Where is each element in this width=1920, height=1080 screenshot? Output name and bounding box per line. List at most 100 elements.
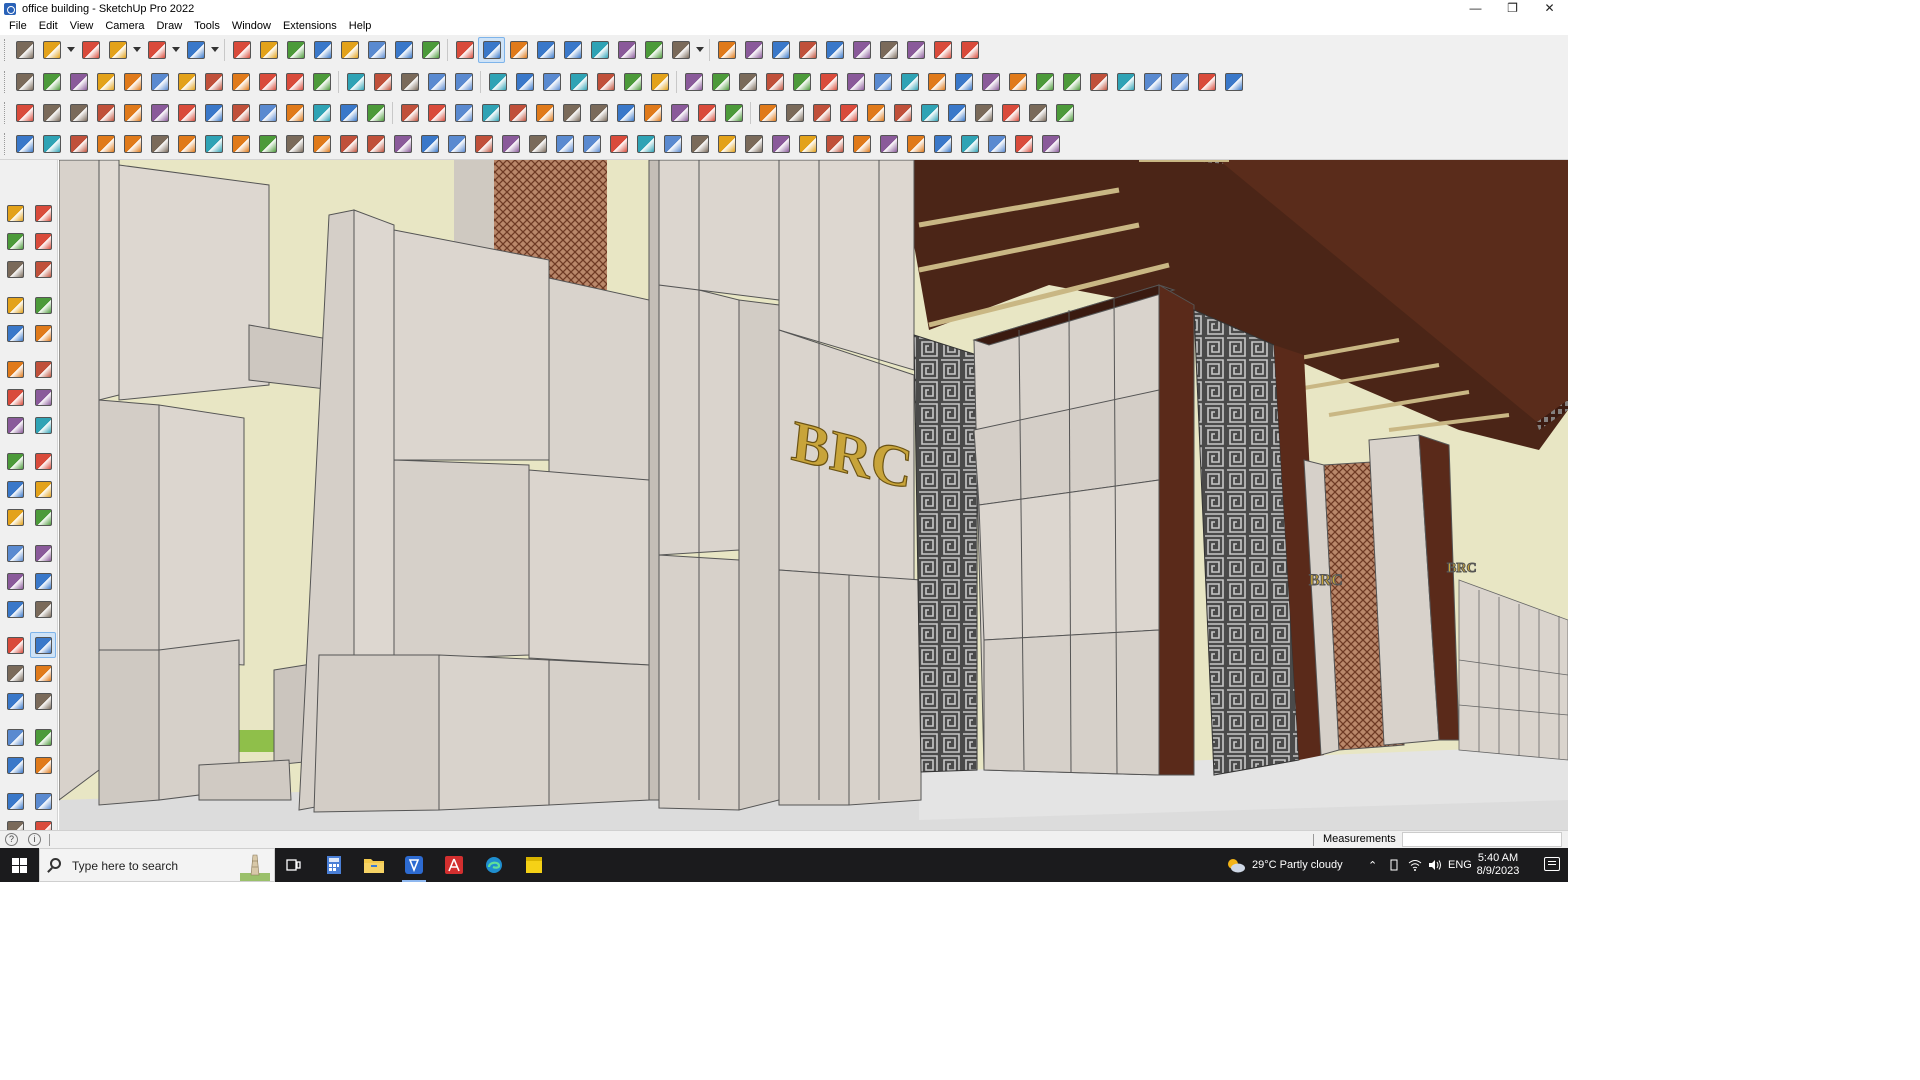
push-pull-icon[interactable] bbox=[228, 37, 255, 63]
style-icon[interactable] bbox=[38, 69, 65, 95]
zoom-icon[interactable] bbox=[2, 660, 28, 686]
shape-square-icon[interactable] bbox=[734, 69, 761, 95]
grid-orange-icon[interactable] bbox=[916, 100, 943, 126]
torus-icon[interactable] bbox=[200, 131, 227, 157]
previous-icon[interactable] bbox=[30, 688, 56, 714]
front-view-icon[interactable] bbox=[511, 69, 538, 95]
hand-icon[interactable] bbox=[1166, 69, 1193, 95]
select-icon[interactable] bbox=[2, 200, 28, 226]
volume-icon[interactable] bbox=[1428, 848, 1442, 882]
start-button[interactable] bbox=[0, 848, 39, 882]
slice-icon[interactable] bbox=[227, 131, 254, 157]
task-view-icon[interactable] bbox=[274, 848, 314, 882]
dropdown-icon[interactable] bbox=[694, 37, 706, 63]
dropdown-icon[interactable] bbox=[131, 37, 143, 63]
look-around-icon[interactable] bbox=[30, 724, 56, 750]
edge-icon[interactable] bbox=[11, 131, 38, 157]
follow-me-icon[interactable] bbox=[30, 476, 56, 502]
tree-icon[interactable] bbox=[504, 100, 531, 126]
pencil-red-icon[interactable] bbox=[707, 69, 734, 95]
brick-icon[interactable] bbox=[1058, 69, 1085, 95]
grid-yellow-icon[interactable] bbox=[943, 100, 970, 126]
face-b-icon[interactable] bbox=[369, 69, 396, 95]
pie-icon[interactable] bbox=[30, 384, 56, 410]
cube-stack-icon[interactable] bbox=[754, 100, 781, 126]
tape-measure-icon[interactable] bbox=[363, 37, 390, 63]
fan-icon[interactable] bbox=[632, 131, 659, 157]
frame-icon[interactable] bbox=[254, 100, 281, 126]
extension-warehouse-icon[interactable] bbox=[586, 37, 613, 63]
circle-icon[interactable] bbox=[2, 356, 28, 382]
layout-icon[interactable] bbox=[613, 37, 640, 63]
shape-curve-icon[interactable] bbox=[869, 69, 896, 95]
eraser-icon[interactable] bbox=[77, 37, 104, 63]
toolbar-grip[interactable] bbox=[4, 101, 8, 124]
weather-widget[interactable]: 29°C Partly cloudy bbox=[1226, 848, 1343, 882]
model-info-icon[interactable] bbox=[956, 37, 983, 63]
corner-a-icon[interactable] bbox=[281, 131, 308, 157]
cycle-icon[interactable] bbox=[977, 69, 1004, 95]
toolbar-grip[interactable] bbox=[4, 38, 8, 61]
menu-tools[interactable]: Tools bbox=[188, 18, 226, 35]
roof-icon[interactable] bbox=[592, 69, 619, 95]
hex-grid-icon[interactable] bbox=[389, 131, 416, 157]
hatch-d-icon[interactable] bbox=[983, 131, 1010, 157]
home-icon[interactable] bbox=[538, 69, 565, 95]
export-icon[interactable] bbox=[794, 37, 821, 63]
plus-red-icon[interactable] bbox=[396, 100, 423, 126]
import-icon[interactable] bbox=[821, 37, 848, 63]
iso-view-icon[interactable] bbox=[484, 69, 511, 95]
cup-icon[interactable] bbox=[666, 100, 693, 126]
dots-red-icon[interactable] bbox=[997, 100, 1024, 126]
move-icon[interactable] bbox=[282, 37, 309, 63]
fold-icon[interactable] bbox=[146, 131, 173, 157]
pipe-icon[interactable] bbox=[173, 131, 200, 157]
hatch-a-icon[interactable] bbox=[470, 131, 497, 157]
minimize-button[interactable]: — bbox=[1457, 0, 1494, 18]
grid-icon[interactable] bbox=[1085, 69, 1112, 95]
tray-chevron-icon[interactable]: ⌃ bbox=[1368, 848, 1377, 882]
tag-red-icon[interactable] bbox=[835, 100, 862, 126]
menu-camera[interactable]: Camera bbox=[99, 18, 150, 35]
shape-lasso-icon[interactable] bbox=[923, 69, 950, 95]
cross-blue-icon[interactable] bbox=[450, 100, 477, 126]
triangle-icon[interactable] bbox=[531, 100, 558, 126]
acrobat-icon[interactable] bbox=[434, 848, 474, 882]
axes-blue-icon[interactable] bbox=[639, 100, 666, 126]
spiral-icon[interactable] bbox=[612, 100, 639, 126]
line-icon[interactable] bbox=[2, 292, 28, 318]
rotate-icon[interactable] bbox=[2, 476, 28, 502]
line-red-icon[interactable] bbox=[335, 131, 362, 157]
menu-view[interactable]: View bbox=[64, 18, 100, 35]
dup-v-icon[interactable] bbox=[200, 69, 227, 95]
zoom-window-icon[interactable] bbox=[505, 37, 532, 63]
shadow-icon[interactable] bbox=[65, 69, 92, 95]
walk-icon[interactable] bbox=[2, 752, 28, 778]
hatch-b-icon[interactable] bbox=[740, 131, 767, 157]
star-orange-icon[interactable] bbox=[585, 100, 612, 126]
rotated-rect-icon[interactable] bbox=[30, 320, 56, 346]
sticky-notes-icon[interactable] bbox=[514, 848, 554, 882]
circle-dots-icon[interactable] bbox=[1024, 100, 1051, 126]
component-icon[interactable] bbox=[11, 69, 38, 95]
undo-icon[interactable] bbox=[902, 37, 929, 63]
menu-help[interactable]: Help bbox=[343, 18, 378, 35]
scale-icon[interactable] bbox=[2, 504, 28, 530]
display-section-icon[interactable] bbox=[740, 37, 767, 63]
face-a-icon[interactable] bbox=[342, 69, 369, 95]
follow-me-icon[interactable] bbox=[255, 37, 282, 63]
back-view-icon[interactable] bbox=[619, 69, 646, 95]
line-icon[interactable] bbox=[104, 37, 131, 63]
rectangle-icon[interactable] bbox=[2, 320, 28, 346]
hatch-c-icon[interactable] bbox=[848, 131, 875, 157]
bezier-icon[interactable] bbox=[38, 131, 65, 157]
face-c-icon[interactable] bbox=[396, 69, 423, 95]
dup-x-icon[interactable] bbox=[119, 69, 146, 95]
zoom-extents-icon[interactable] bbox=[532, 37, 559, 63]
ramp-icon[interactable] bbox=[605, 131, 632, 157]
chain-icon[interactable] bbox=[308, 100, 335, 126]
dup-r-icon[interactable] bbox=[173, 69, 200, 95]
wall-icon[interactable] bbox=[794, 131, 821, 157]
eraser-icon[interactable] bbox=[30, 228, 56, 254]
model-scene[interactable]: BRC BRC BRC bbox=[59, 160, 1568, 830]
